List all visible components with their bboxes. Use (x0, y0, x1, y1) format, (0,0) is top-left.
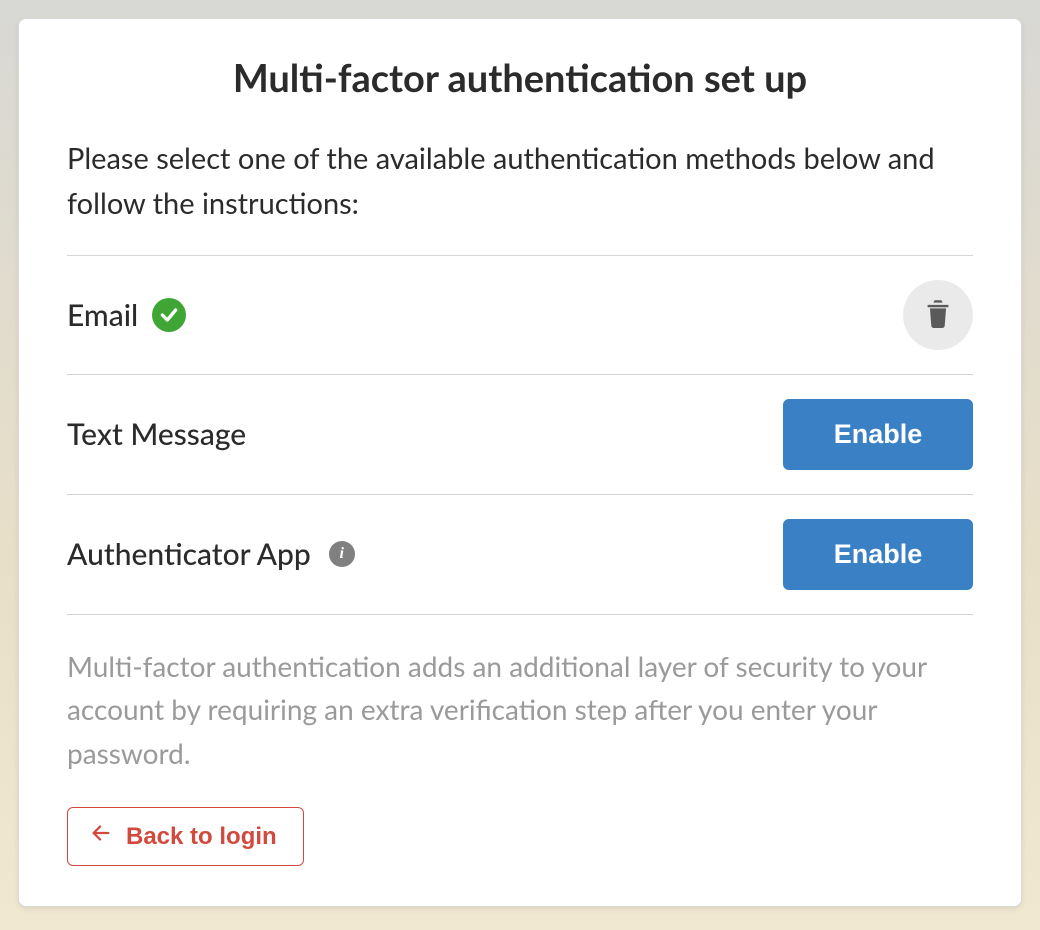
method-email-label-wrap: Email (67, 297, 186, 333)
method-authenticator-label: Authenticator App (67, 536, 311, 572)
check-circle-icon (152, 298, 186, 332)
method-row-authenticator: Authenticator App i Enable (67, 495, 973, 615)
method-row-text-message: Text Message Enable (67, 375, 973, 495)
page-title: Multi-factor authentication set up (67, 55, 973, 101)
method-text-label: Text Message (67, 416, 246, 452)
delete-email-method-button[interactable] (903, 280, 973, 350)
mfa-description: Multi-factor authentication adds an addi… (67, 645, 973, 775)
back-to-login-button[interactable]: Back to login (67, 807, 304, 866)
method-authenticator-label-wrap: Authenticator App i (67, 536, 355, 572)
instructions-text: Please select one of the available authe… (67, 137, 973, 227)
mfa-setup-card: Multi-factor authentication set up Pleas… (18, 18, 1022, 907)
trash-icon (924, 298, 952, 331)
arrow-left-icon (90, 822, 112, 851)
method-text-label-wrap: Text Message (67, 416, 246, 452)
method-list: Email Text Message Enable (67, 255, 973, 615)
enable-text-message-button[interactable]: Enable (783, 399, 973, 470)
back-to-login-label: Back to login (126, 823, 277, 851)
enable-authenticator-button[interactable]: Enable (783, 519, 973, 590)
info-icon[interactable]: i (329, 541, 355, 567)
method-row-email: Email (67, 256, 973, 375)
method-email-label: Email (67, 297, 138, 333)
